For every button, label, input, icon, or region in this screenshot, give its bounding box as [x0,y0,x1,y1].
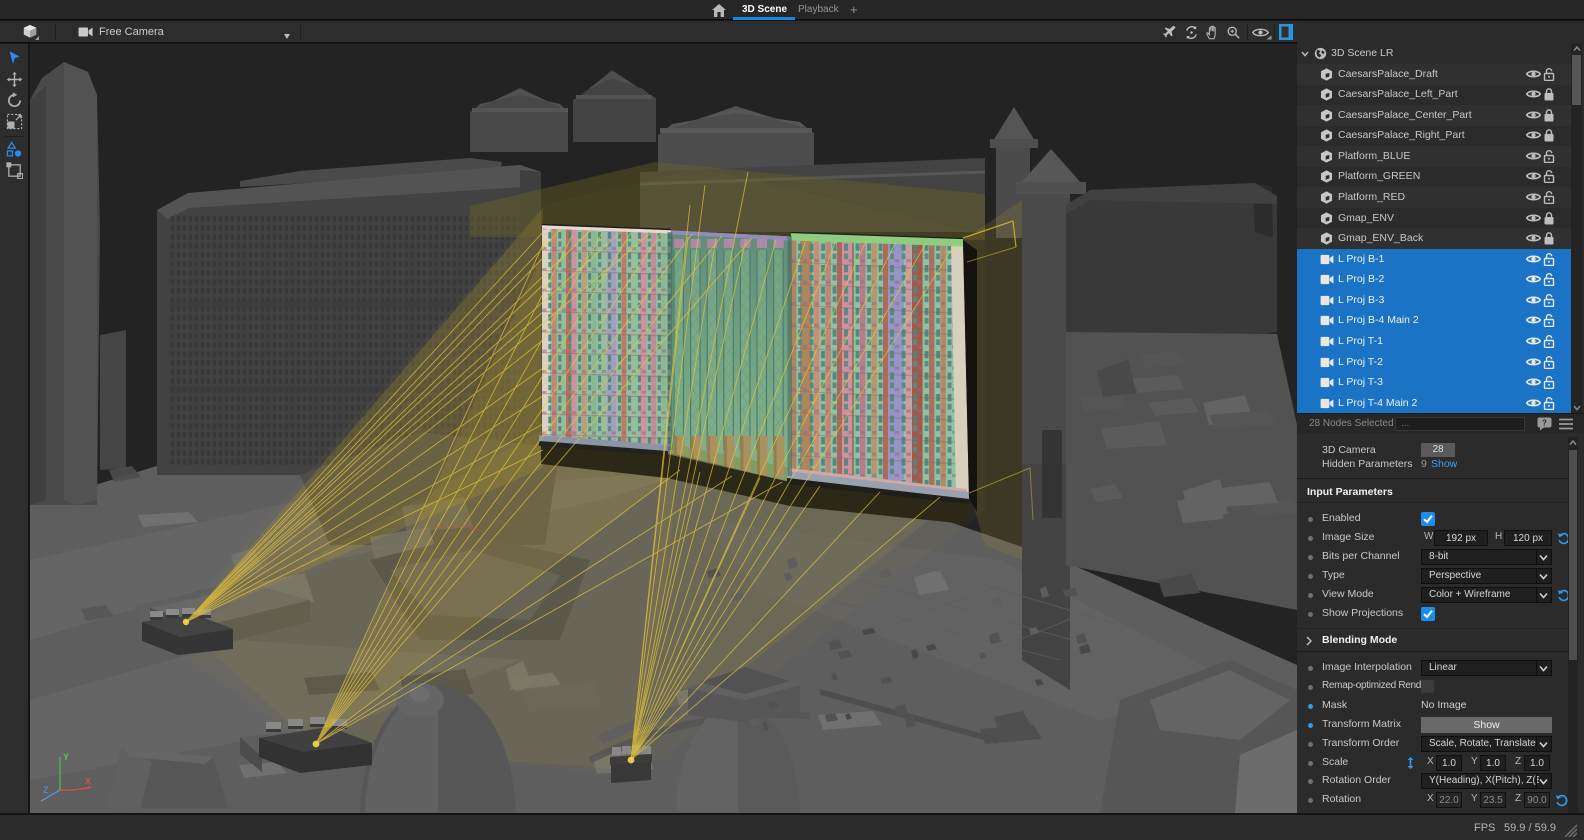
svg-text:?: ? [1542,419,1547,428]
svg-text:Z: Z [43,785,49,795]
svg-text:Y: Y [63,752,69,762]
svg-text:X: X [85,776,91,786]
